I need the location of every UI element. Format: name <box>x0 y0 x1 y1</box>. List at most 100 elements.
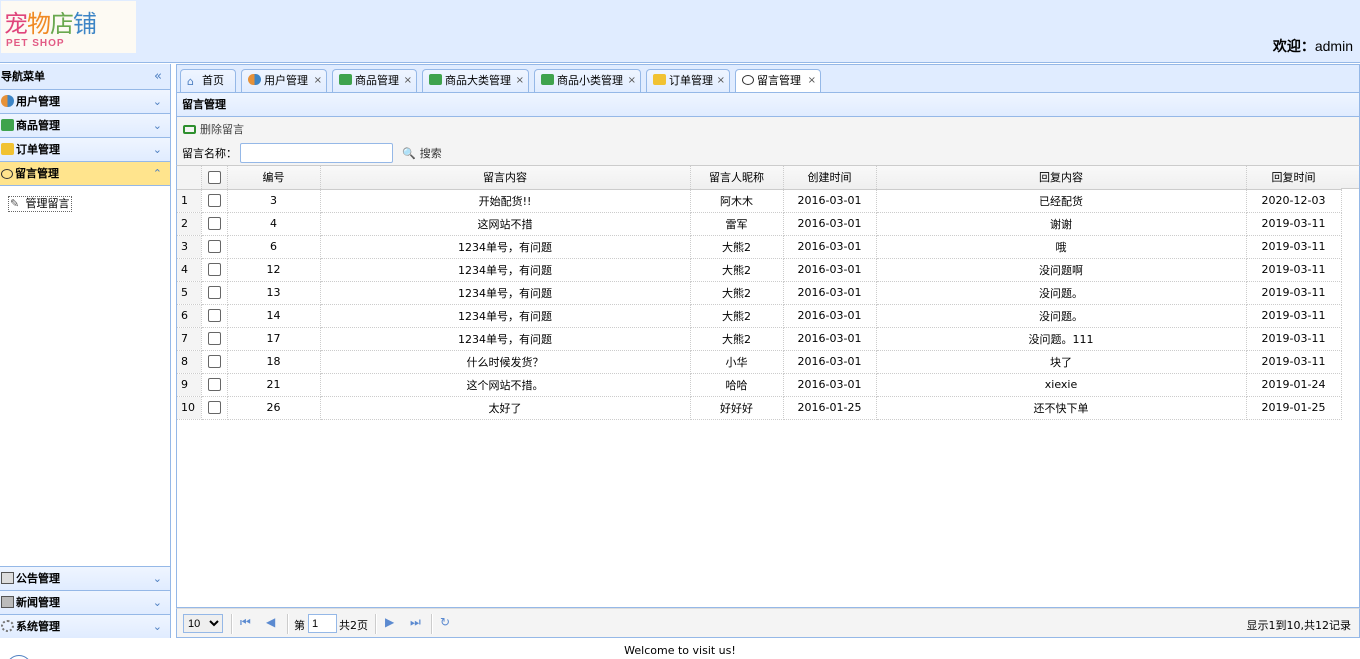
panel-title: 留言管理 <box>176 92 1360 117</box>
row-checkbox[interactable] <box>207 332 221 346</box>
page-size-select[interactable]: 10 <box>183 614 223 633</box>
table-row[interactable]: 9 21 这个网站不措。 哈哈 2016-03-01 xiexie 2019-01-24 <box>177 373 1342 397</box>
select-all-checkbox[interactable] <box>207 171 221 184</box>
tab-orders[interactable]: 订单管理 × <box>646 69 730 93</box>
row-checkbox[interactable] <box>207 378 221 392</box>
tab-home[interactable]: ⌂ 首页 <box>180 69 236 93</box>
tab-goods-small-category[interactable]: 商品小类管理 × <box>534 69 641 93</box>
cell-nickname: 小华 <box>690 350 784 374</box>
table-row[interactable]: 2 4 这网站不措 雷军 2016-03-01 谢谢 2019-03-11 <box>177 212 1342 236</box>
cell-content: 什么时候发货？ <box>320 350 691 374</box>
row-number: 6 <box>177 304 202 328</box>
order-icon <box>1 143 14 155</box>
main-content: ⌂ 首页 用户管理 × 商品管理 × 商品大类管理 × 商品小类管理 × 订单管理… <box>176 64 1360 638</box>
close-tab-icon[interactable]: × <box>516 70 524 91</box>
col-header-created[interactable]: 创建时间 <box>783 166 877 190</box>
next-page-icon[interactable]: ▶ <box>385 615 394 629</box>
row-number: 9 <box>177 373 202 397</box>
delete-icon <box>183 125 196 134</box>
table-row[interactable]: 4 12 1234单号，有问题 大熊2 2016-03-01 没问题啊 2019-03-11 <box>177 258 1342 282</box>
cell-reply-time: 2020-12-03 <box>1246 189 1342 213</box>
tab-goods-big-category[interactable]: 商品大类管理 × <box>422 69 529 93</box>
row-checkbox-cell <box>201 281 228 305</box>
col-header-nickname[interactable]: 留言人昵称 <box>690 166 784 190</box>
row-checkbox-cell <box>201 212 228 236</box>
collapse-sidebar-icon[interactable]: « <box>154 64 162 90</box>
nav-item-notices[interactable]: 公告管理 ⌄ <box>0 566 170 590</box>
app-header: 宠物店铺 PET SHOP 欢迎：admin <box>0 0 1360 63</box>
chevron-down-icon: ⌄ <box>152 572 162 585</box>
search-input[interactable] <box>240 143 393 163</box>
pager-separator <box>231 614 233 634</box>
cell-id: 14 <box>227 304 321 328</box>
nav-item-users[interactable]: 用户管理 ⌄ <box>0 90 170 114</box>
nav-item-orders[interactable]: 订单管理 ⌄ <box>0 138 170 162</box>
cell-content: 这个网站不措。 <box>320 373 691 397</box>
prev-page-icon[interactable]: ◀ <box>266 615 275 629</box>
cell-reply: 没问题。 <box>876 281 1247 305</box>
tab-users[interactable]: 用户管理 × <box>241 69 327 93</box>
row-checkbox[interactable] <box>207 263 221 277</box>
row-checkbox[interactable] <box>207 309 221 323</box>
cell-reply: 哦 <box>876 235 1247 259</box>
row-checkbox-cell <box>201 235 228 259</box>
cell-nickname: 阿木木 <box>690 189 784 213</box>
first-page-icon[interactable]: ⏮ <box>240 615 251 630</box>
users-icon <box>1 95 14 107</box>
table-row[interactable]: 5 13 1234单号，有问题 大熊2 2016-03-01 没问题。 2019-03-11 <box>177 281 1342 305</box>
row-checkbox-cell <box>201 189 228 213</box>
tab-messages[interactable]: 留言管理 × <box>735 69 821 94</box>
table-row[interactable]: 1 3 开始配货!! 阿木木 2016-03-01 已经配货 2020-12-03 <box>177 189 1342 213</box>
row-checkbox-cell <box>201 350 228 374</box>
cell-id: 6 <box>227 235 321 259</box>
menu-leaf-manage-messages[interactable]: ✎ 管理留言 <box>8 196 72 212</box>
nav-item-news[interactable]: 新闻管理 ⌄ <box>0 590 170 614</box>
cell-reply: 没问题。 <box>876 304 1247 328</box>
cell-nickname: 好好好 <box>690 396 784 420</box>
table-row[interactable]: 7 17 1234单号，有问题 大熊2 2016-03-01 没问题。111 2019-03… <box>177 327 1342 351</box>
col-header-reply-time[interactable]: 回复时间 <box>1246 166 1342 190</box>
col-header-id[interactable]: 编号 <box>227 166 321 190</box>
cell-reply: 没问题。111 <box>876 327 1247 351</box>
table-row[interactable]: 10 26 太好了 好好好 2016-01-25 还不快下单 2019-01-25 <box>177 396 1342 420</box>
row-number-header <box>177 166 202 190</box>
close-tab-icon[interactable]: × <box>314 70 322 91</box>
page-number-input[interactable] <box>308 614 337 633</box>
cell-id: 17 <box>227 327 321 351</box>
delete-message-button[interactable]: 删除留言 <box>183 123 244 137</box>
row-checkbox[interactable] <box>207 217 221 231</box>
nav-item-messages[interactable]: 留言管理 ⌃ <box>0 162 170 186</box>
footer-logo <box>6 655 32 659</box>
close-tab-icon[interactable]: × <box>404 70 412 91</box>
chevron-down-icon: ⌄ <box>152 143 162 156</box>
table-row[interactable]: 6 14 1234单号，有问题 大熊2 2016-03-01 没问题。 2019-03-11 <box>177 304 1342 328</box>
row-checkbox[interactable] <box>207 286 221 300</box>
tab-goods[interactable]: 商品管理 × <box>332 69 417 93</box>
last-page-icon[interactable]: ⏭ <box>410 615 421 630</box>
grid-toolbar: 删除留言 留言名称： 🔍 搜索 <box>176 117 1360 165</box>
cell-created: 2016-03-01 <box>783 327 877 351</box>
cell-reply-time: 2019-01-24 <box>1246 373 1342 397</box>
close-tab-icon[interactable]: × <box>808 70 816 91</box>
nav-item-system[interactable]: 系统管理 ⌄ <box>0 614 170 638</box>
cell-nickname: 大熊2 <box>690 258 784 282</box>
nav-item-goods[interactable]: 商品管理 ⌄ <box>0 114 170 138</box>
table-row[interactable]: 8 18 什么时候发货？ 小华 2016-03-01 块了 2019-03-11 <box>177 350 1342 374</box>
table-row[interactable]: 3 6 1234单号，有问题 大熊2 2016-03-01 哦 2019-03-11 <box>177 235 1342 259</box>
row-number: 8 <box>177 350 202 374</box>
close-tab-icon[interactable]: × <box>717 70 725 91</box>
col-header-reply[interactable]: 回复内容 <box>876 166 1247 190</box>
close-tab-icon[interactable]: × <box>628 70 636 91</box>
row-number: 3 <box>177 235 202 259</box>
col-header-content[interactable]: 留言内容 <box>320 166 691 190</box>
search-button[interactable]: 🔍 搜索 <box>402 145 442 161</box>
row-checkbox[interactable] <box>207 355 221 369</box>
row-checkbox[interactable] <box>207 194 221 208</box>
chevron-up-icon: ⌃ <box>152 167 162 180</box>
row-checkbox[interactable] <box>207 401 221 415</box>
home-icon: ⌂ <box>187 75 194 88</box>
chevron-down-icon: ⌄ <box>152 596 162 609</box>
row-checkbox[interactable] <box>207 240 221 254</box>
refresh-icon[interactable]: ↻ <box>440 615 450 629</box>
cell-created: 2016-03-01 <box>783 212 877 236</box>
